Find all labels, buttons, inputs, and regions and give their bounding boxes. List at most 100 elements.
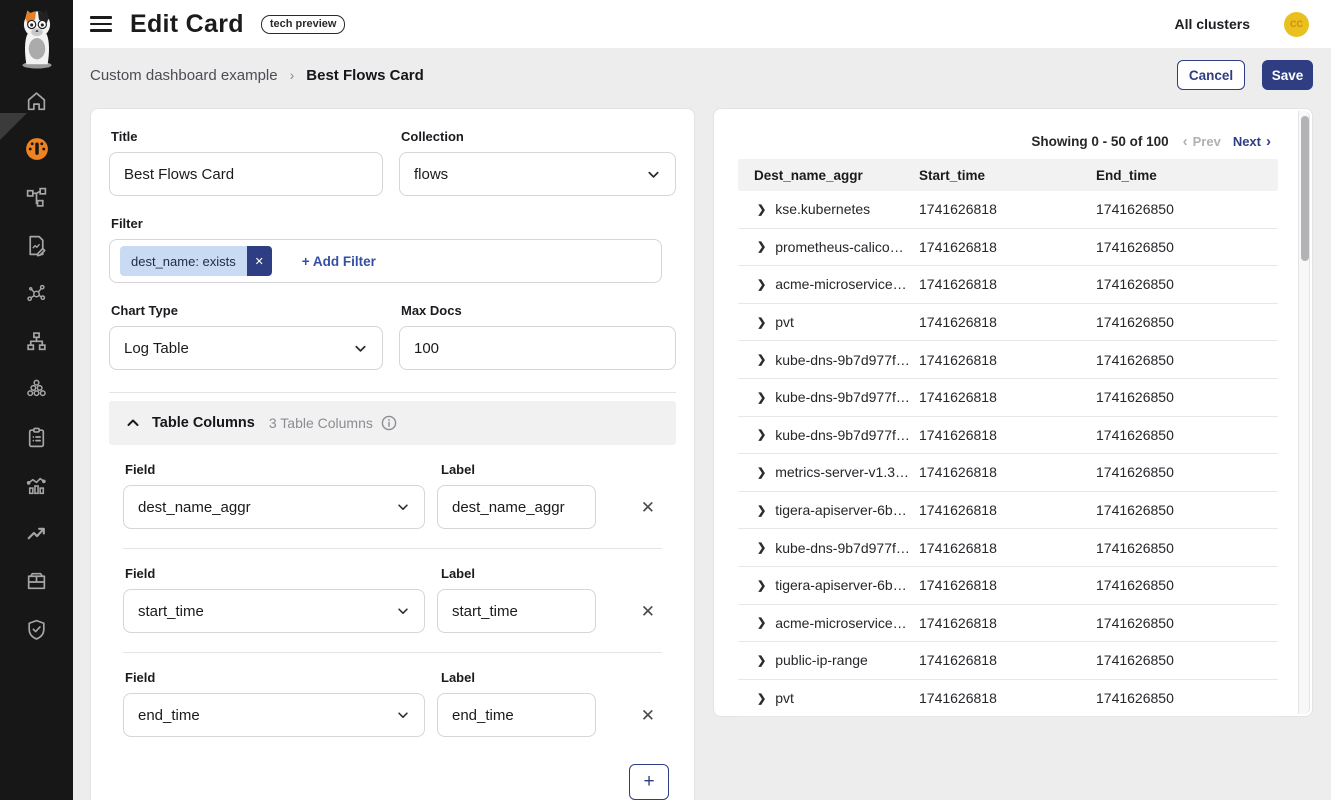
field-select[interactable]: end_time	[123, 693, 425, 737]
chevron-down-icon	[396, 500, 410, 514]
dest-name-cell: pvt	[775, 690, 794, 706]
sidebar-item-security[interactable]	[0, 605, 73, 653]
start-time-cell: 1741626818	[919, 464, 1096, 480]
collection-label: Collection	[401, 129, 676, 144]
expand-row-icon[interactable]: ❯	[757, 616, 766, 629]
chevron-up-icon	[125, 415, 141, 431]
breadcrumb-parent[interactable]: Custom dashboard example	[90, 67, 278, 84]
expand-row-icon[interactable]: ❯	[757, 391, 766, 404]
cluster-selector[interactable]: All clusters	[1175, 16, 1250, 32]
table-columns-header[interactable]: Table Columns 3 Table Columns	[109, 401, 676, 445]
start-time-cell: 1741626818	[919, 690, 1096, 706]
hamburger-menu-icon[interactable]	[90, 12, 112, 36]
info-icon[interactable]	[381, 415, 397, 431]
table-row[interactable]: ❯ tigera-apiserver-6b… 1741626818 174162…	[738, 567, 1278, 605]
add-filter-button[interactable]: + Add Filter	[302, 254, 376, 269]
sidebar-item-service-graph[interactable]	[0, 173, 73, 221]
table-column-row: dest_name_aggr dest_name_aggr ✕	[123, 485, 662, 529]
end-time-cell: 1741626850	[1096, 540, 1278, 556]
expand-row-icon[interactable]: ❯	[757, 654, 766, 667]
dest-name-cell: kube-dns-9b7d977f…	[775, 352, 910, 368]
sidebar-item-compliance[interactable]	[0, 413, 73, 461]
table-row[interactable]: ❯ kube-dns-9b7d977f… 1741626818 17416268…	[738, 341, 1278, 379]
top-bar: Edit Card tech preview All clusters CC	[73, 0, 1331, 48]
expand-row-icon[interactable]: ❯	[757, 240, 766, 253]
expand-row-icon[interactable]: ❯	[757, 428, 766, 441]
title-input[interactable]: Best Flows Card	[109, 152, 383, 196]
sidebar-item-trends[interactable]	[0, 509, 73, 557]
label-input[interactable]: dest_name_aggr	[437, 485, 596, 529]
expand-row-icon[interactable]: ❯	[757, 504, 766, 517]
sidebar-item-topology[interactable]	[0, 317, 73, 365]
chart-type-select[interactable]: Log Table	[109, 326, 383, 370]
expand-row-icon[interactable]: ❯	[757, 353, 766, 366]
table-row[interactable]: ❯ kube-dns-9b7d977f… 1741626818 17416268…	[738, 529, 1278, 567]
table-row[interactable]: ❯ prometheus-calico… 1741626818 17416268…	[738, 229, 1278, 267]
sidebar-item-clusters[interactable]	[0, 365, 73, 413]
cancel-button[interactable]: Cancel	[1177, 60, 1245, 90]
end-time-cell: 1741626850	[1096, 690, 1278, 706]
card-editor-panel: Title Best Flows Card Collection flows F…	[90, 108, 695, 800]
remove-column-icon[interactable]: ✕	[641, 707, 655, 724]
remove-column-icon[interactable]: ✕	[641, 603, 655, 620]
sidebar-item-statistics[interactable]	[0, 461, 73, 509]
dest-name-cell: tigera-apiserver-6b…	[775, 577, 907, 593]
filter-chip-remove-icon[interactable]: ✕	[247, 246, 272, 276]
start-time-cell: 1741626818	[919, 652, 1096, 668]
table-row[interactable]: ❯ kse.kubernetes 1741626818 1741626850	[738, 191, 1278, 229]
shield-check-icon	[25, 618, 48, 641]
sidebar-item-home[interactable]	[0, 77, 73, 125]
expand-row-icon[interactable]: ❯	[757, 203, 766, 216]
dest-name-cell: kse.kubernetes	[775, 201, 870, 217]
start-time-cell: 1741626818	[919, 389, 1096, 405]
sidebar-item-packages[interactable]	[0, 557, 73, 605]
field-select[interactable]: start_time	[123, 589, 425, 633]
user-avatar[interactable]: CC	[1284, 12, 1309, 37]
table-row[interactable]: ❯ pvt 1741626818 1741626850	[738, 680, 1278, 718]
next-page-button[interactable]: Next ›	[1233, 134, 1271, 149]
table-row[interactable]: ❯ tigera-apiserver-6b… 1741626818 174162…	[738, 492, 1278, 530]
dest-name-cell: acme-microservice…	[775, 615, 906, 631]
title-label: Title	[111, 129, 383, 144]
end-time-cell: 1741626850	[1096, 464, 1278, 480]
expand-row-icon[interactable]: ❯	[757, 541, 766, 554]
sidebar-item-dashboards-active[interactable]	[0, 125, 73, 173]
service-graph-icon	[25, 186, 48, 209]
table-row[interactable]: ❯ acme-microservice… 1741626818 17416268…	[738, 605, 1278, 643]
table-row[interactable]: ❯ metrics-server-v1.3… 1741626818 174162…	[738, 454, 1278, 492]
prev-page-button[interactable]: ‹ Prev	[1183, 134, 1221, 149]
table-row[interactable]: ❯ kube-dns-9b7d977f… 1741626818 17416268…	[738, 417, 1278, 455]
expand-row-icon[interactable]: ❯	[757, 278, 766, 291]
breadcrumb-separator-icon: ›	[290, 67, 295, 83]
expand-row-icon[interactable]: ❯	[757, 579, 766, 592]
save-button[interactable]: Save	[1262, 60, 1313, 90]
sidebar-item-flow-visualizations[interactable]	[0, 269, 73, 317]
end-time-cell: 1741626850	[1096, 314, 1278, 330]
field-select[interactable]: dest_name_aggr	[123, 485, 425, 529]
add-column-button[interactable]: +	[629, 764, 669, 800]
table-row[interactable]: ❯ kube-dns-9b7d977f… 1741626818 17416268…	[738, 379, 1278, 417]
sidebar-item-logs[interactable]	[0, 221, 73, 269]
expand-row-icon[interactable]: ❯	[757, 692, 766, 705]
expand-row-icon[interactable]: ❯	[757, 316, 766, 329]
logs-icon	[25, 234, 48, 257]
table-row[interactable]: ❯ public-ip-range 1741626818 1741626850	[738, 642, 1278, 680]
scrollbar-thumb[interactable]	[1301, 116, 1309, 261]
topology-icon	[25, 330, 48, 353]
label-input[interactable]: start_time	[437, 589, 596, 633]
dashboard-icon	[25, 137, 49, 161]
remove-column-icon[interactable]: ✕	[641, 499, 655, 516]
end-time-cell: 1741626850	[1096, 615, 1278, 631]
collection-select[interactable]: flows	[399, 152, 676, 196]
vertical-scrollbar[interactable]	[1298, 111, 1310, 714]
table-row[interactable]: ❯ acme-microservice… 1741626818 17416268…	[738, 266, 1278, 304]
breadcrumb-row: Custom dashboard example › Best Flows Ca…	[73, 48, 1331, 102]
filter-container: dest_name: exists ✕ + Add Filter	[109, 239, 662, 283]
start-time-cell: 1741626818	[919, 577, 1096, 593]
table-row[interactable]: ❯ pvt 1741626818 1741626850	[738, 304, 1278, 342]
trends-icon	[25, 522, 48, 545]
expand-row-icon[interactable]: ❯	[757, 466, 766, 479]
max-docs-input[interactable]: 100	[399, 326, 676, 370]
label-input[interactable]: end_time	[437, 693, 596, 737]
chevron-right-icon: ›	[1266, 134, 1271, 149]
